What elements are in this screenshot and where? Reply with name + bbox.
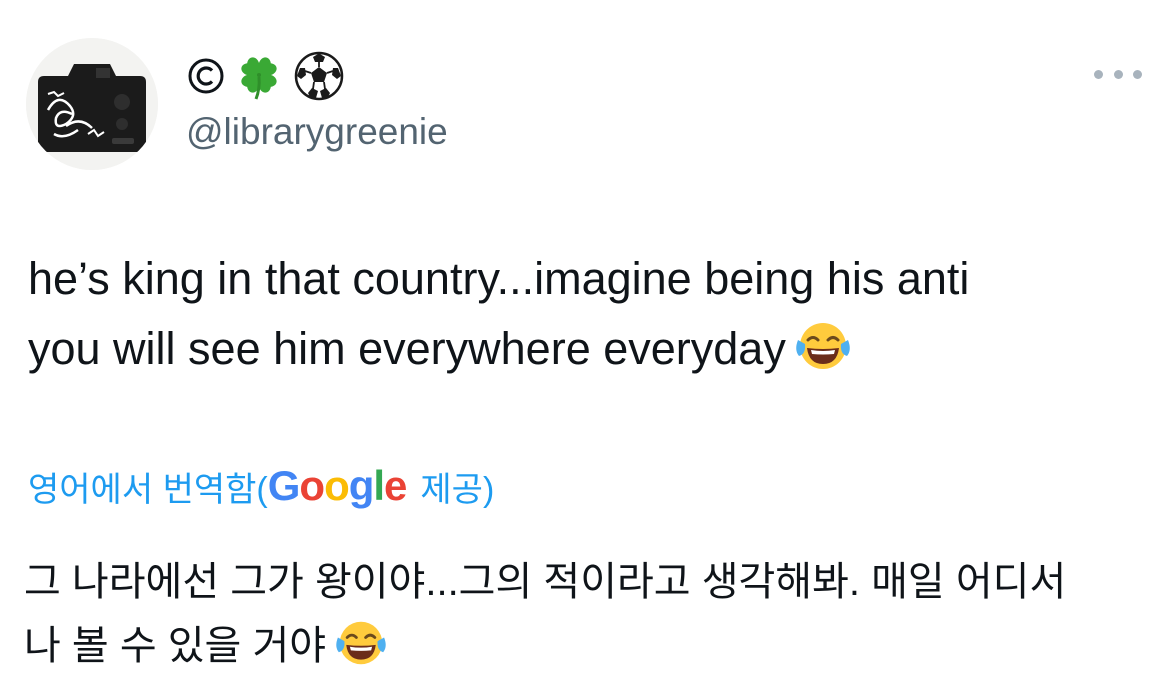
translation-suffix: 제공) — [420, 470, 495, 509]
avatar[interactable] — [26, 38, 158, 170]
tears-of-joy-icon — [334, 619, 388, 686]
google-logo: Google — [267, 462, 408, 509]
more-dot — [1113, 69, 1123, 79]
translation-attribution-link[interactable]: 영어에서 번역함( Google 제공) — [28, 458, 494, 514]
tweet-text-line-1: he’s king in that country...imagine bein… — [28, 253, 970, 304]
soccer-ball-icon — [292, 49, 346, 103]
translated-text-line-2: 나 볼 수 있을 거야 — [24, 614, 1144, 686]
translated-text-line-1: 그 나라에선 그가 왕이야...그의 적이라고 생각해봐. 매일 어디서 — [24, 560, 1067, 604]
display-name[interactable] — [186, 44, 346, 108]
translation-prefix: 영어에서 번역함( — [28, 470, 268, 509]
tweet-text-line-2-text: you will see him everywhere everyday — [28, 323, 786, 374]
translated-text: 그 나라에선 그가 왕이야...그의 적이라고 생각해봐. 매일 어디서 나 볼… — [24, 550, 1144, 686]
tears-of-joy-icon — [794, 320, 852, 392]
more-dot — [1094, 69, 1103, 79]
tweet-text-line-2: you will see him everywhere everyday — [28, 314, 1148, 392]
user-handle[interactable]: @librarygreenie — [186, 108, 448, 156]
four-leaf-clover-icon — [232, 49, 286, 103]
camera-avatar-image — [26, 38, 158, 170]
copyright-icon — [186, 56, 226, 96]
translated-text-line-2-text: 나 볼 수 있을 거야 — [24, 624, 327, 668]
more-dot — [1133, 69, 1142, 79]
more-options-icon[interactable] — [1094, 62, 1142, 86]
tweet-text: he’s king in that country...imagine bein… — [28, 244, 1148, 392]
